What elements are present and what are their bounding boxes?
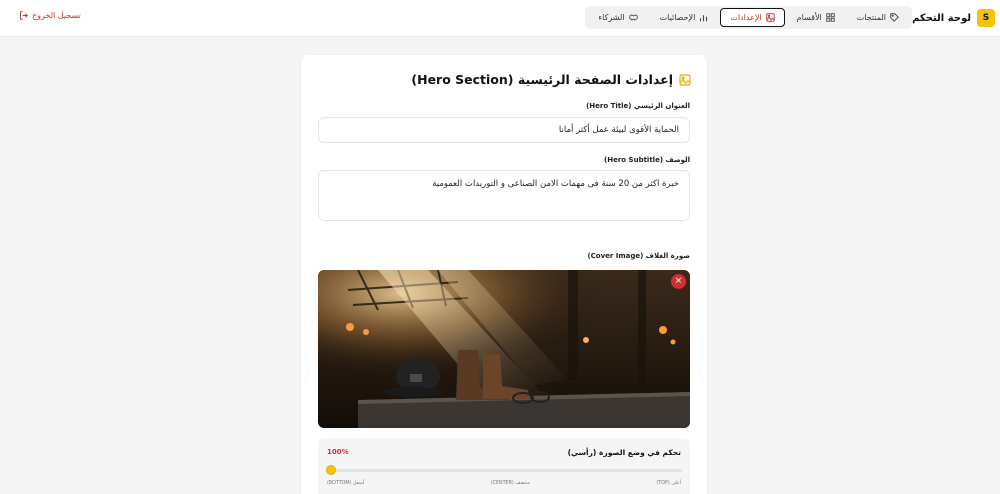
subtitle-label: الوصف (Hero Subtitle) xyxy=(604,156,690,164)
logout-icon xyxy=(19,11,28,20)
label-bottom: أسفل (BOTTOM) xyxy=(327,481,365,486)
bar-chart-icon xyxy=(699,13,708,22)
position-title: تحكم في وضع الصورة (رأسي) xyxy=(567,448,681,457)
handshake-icon xyxy=(628,13,638,22)
label-center: منتصف (CENTER) xyxy=(490,481,530,486)
hero-settings-card: إعدادات الصفحة الرئيسية (Hero Section) ا… xyxy=(301,55,707,494)
position-slider-thumb[interactable] xyxy=(326,465,336,475)
subtitle-textarea[interactable]: خبرة اكثر من 20 سنة فى مهمات الامن الصنا… xyxy=(318,170,690,221)
image-icon xyxy=(765,13,775,22)
top-bar: S لوحة التحكم المنتجات الأقسام الإعدادات xyxy=(0,0,1000,37)
cover-image xyxy=(318,270,690,428)
logout-button[interactable]: تسجيل الخروج xyxy=(19,11,81,20)
card-title: إعدادات الصفحة الرئيسية (Hero Section) xyxy=(411,72,691,87)
image-position-panel: تحكم في وضع الصورة (رأسي) 100% أعلى (TOP… xyxy=(318,438,690,494)
nav-tab-label: المنتجات xyxy=(856,13,886,22)
remove-image-button[interactable]: × xyxy=(671,274,686,289)
brand-logo: S xyxy=(977,9,995,27)
image-icon xyxy=(679,73,691,86)
tag-icon xyxy=(890,13,899,22)
nav-tab-label: الشركاء xyxy=(598,13,625,22)
nav-tab-products[interactable]: المنتجات xyxy=(847,8,909,27)
brand-title: لوحة التحكم xyxy=(912,12,971,24)
position-value: 100% xyxy=(327,448,349,456)
hero-title-input[interactable]: الحماية الأقوى لبيئة عمل أكثر أمانا xyxy=(318,117,690,143)
slider-labels: أعلى (TOP) منتصف (CENTER) أسفل (BOTTOM) xyxy=(327,481,681,486)
logout-label: تسجيل الخروج xyxy=(32,11,81,20)
grid-icon xyxy=(826,13,835,22)
nav-tab-label: الإحصائيات xyxy=(659,13,696,22)
brand[interactable]: S لوحة التحكم xyxy=(912,8,995,28)
nav-tab-categories[interactable]: الأقسام xyxy=(787,8,845,27)
main-nav: المنتجات الأقسام الإعدادات الإحصائيات ال… xyxy=(585,6,912,29)
nav-tab-label: الإعدادات xyxy=(730,13,762,22)
nav-tab-statistics[interactable]: الإحصائيات xyxy=(650,8,719,27)
cover-image-label: صورة الغلاف (Cover Image) xyxy=(587,252,690,260)
nav-tab-partners[interactable]: الشركاء xyxy=(588,8,647,27)
label-top: أعلى (TOP) xyxy=(656,481,681,486)
nav-tab-label: الأقسام xyxy=(796,13,822,22)
hero-title-label: العنوان الرئيسي (Hero Title) xyxy=(586,102,690,110)
nav-tab-settings[interactable]: الإعدادات xyxy=(720,8,785,27)
card-title-text: إعدادات الصفحة الرئيسية (Hero Section) xyxy=(411,72,673,87)
position-slider-track[interactable] xyxy=(331,469,682,472)
